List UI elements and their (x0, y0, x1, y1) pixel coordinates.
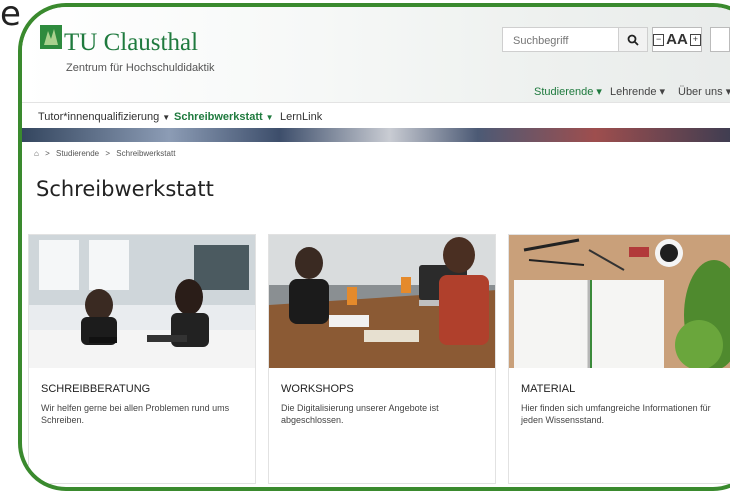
browser-frame: TU Clausthal Zentrum für Hochschuldidakt… (18, 3, 730, 491)
chevron-down-icon: ▼ (162, 113, 171, 122)
font-decrease-icon[interactable]: − (653, 33, 665, 46)
subnav-schreibwerkstatt[interactable]: Schreibwerkstatt ▼ (174, 111, 274, 123)
breadcrumb: ⌂ > Studierende > Schreibwerkstatt (34, 149, 175, 158)
card-description: Wir helfen gerne bei allen Problemen run… (41, 403, 230, 425)
card-schreibberatung[interactable]: Schreibberatung Wir helfen gerne bei all… (28, 234, 256, 484)
nav-studierende[interactable]: Studierende ▾ (534, 85, 602, 98)
nav-ueber-uns[interactable]: Über uns ▾ (678, 85, 730, 98)
breadcrumb-separator: > (105, 149, 111, 158)
font-size-control[interactable]: − AA + (652, 27, 702, 52)
card-image-schreibberatung (29, 235, 255, 368)
page-title: Schreibwerkstatt (36, 177, 214, 201)
font-size-label: AA (666, 31, 688, 48)
breadcrumb-item-studierende[interactable]: Studierende (56, 149, 99, 158)
font-increase-icon[interactable]: + (689, 33, 701, 46)
card-title[interactable]: Schreibberatung (41, 383, 150, 395)
card-workshops[interactable]: Workshops Die Digitalisierung unserer An… (268, 234, 496, 484)
site-header: TU Clausthal Zentrum für Hochschuldidakt… (22, 7, 730, 102)
search-button[interactable] (618, 27, 648, 52)
card-image-material (509, 235, 730, 368)
chevron-down-icon: ▼ (265, 113, 274, 122)
search-box (502, 27, 634, 52)
card-image-workshops (269, 235, 495, 368)
card-description: Hier finden sich umfangreiche Informatio… (521, 403, 711, 425)
search-input[interactable] (511, 29, 615, 52)
breadcrumb-separator: > (45, 149, 50, 158)
extra-button[interactable] (710, 27, 730, 52)
search-icon (627, 34, 639, 46)
tu-logo-icon[interactable] (40, 25, 62, 49)
card-title[interactable]: Material (521, 383, 575, 395)
subnav-schreibwerkstatt-label: Schreibwerkstatt (174, 111, 263, 123)
card-description: Die Digitalisierung unserer Angebote ist… (281, 403, 439, 425)
site-brand[interactable]: TU Clausthal (64, 29, 198, 57)
header-banner-image (22, 128, 730, 142)
sub-navigation: Tutor*innenqualifizierung ▼ Schreibwerkst… (22, 102, 730, 129)
card-material[interactable]: Material Hier finden sich umfangreiche I… (508, 234, 730, 484)
breadcrumb-item-schreibwerkstatt: Schreibwerkstatt (116, 149, 176, 158)
site-subtitle: Zentrum für Hochschuldidaktik (66, 62, 215, 74)
card-title[interactable]: Workshops (281, 383, 354, 395)
nav-lehrende[interactable]: Lehrende ▾ (610, 85, 665, 98)
corner-letter: e (0, 0, 21, 34)
subnav-tutor[interactable]: Tutor*innenqualifizierung ▼ (38, 111, 170, 123)
home-icon[interactable]: ⌂ (34, 149, 39, 158)
subnav-lernlink[interactable]: LernLink (280, 111, 322, 123)
subnav-tutor-label: Tutor*innenqualifizierung (38, 111, 160, 123)
